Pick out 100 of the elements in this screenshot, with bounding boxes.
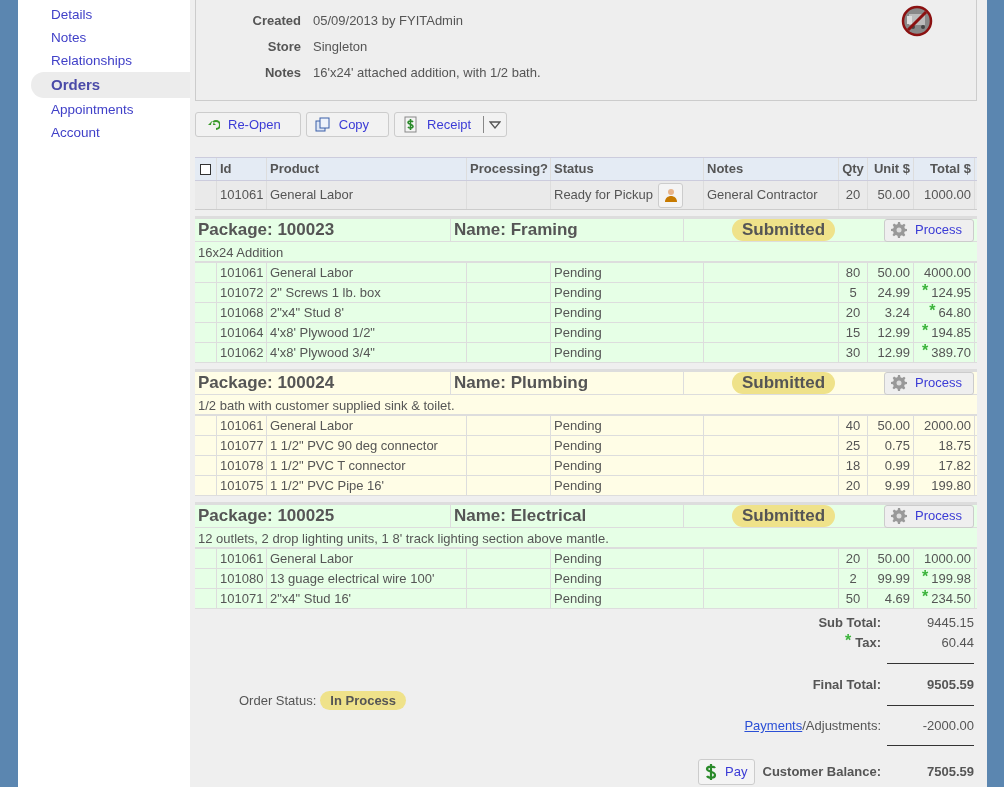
table-cell: 5: [839, 283, 868, 302]
table-cell: Pending: [551, 343, 704, 362]
table-cell: 24.99: [868, 283, 914, 302]
column-header: Status: [551, 158, 704, 180]
table-cell: 50.00: [868, 263, 914, 282]
toolbar-button[interactable]: Copy: [305, 112, 390, 137]
sidebar-item[interactable]: Details: [31, 3, 190, 26]
package-name: Name: Plumbing: [451, 372, 684, 394]
taxable-asterisk: *: [922, 326, 929, 336]
table-cell: 4.69: [868, 589, 914, 608]
sidebar-item[interactable]: Account: [31, 121, 190, 144]
status-badge: Submitted: [731, 219, 836, 241]
total-label: Customer Balance:: [762, 763, 881, 782]
toolbar-button[interactable]: Re-Open: [195, 112, 301, 137]
table-cell: 1 1/2" PVC Pipe 16': [267, 476, 467, 495]
package-description: 12 outlets, 2 drop lighting units, 1 8' track lighting section above mantle.: [195, 528, 977, 549]
table-cell: Pending: [551, 589, 704, 608]
table-cell-text: 2000.00: [924, 416, 971, 435]
order-status-badge: In Process: [320, 691, 407, 711]
payments-link[interactable]: Payments: [744, 716, 803, 736]
field-value: Singleton: [313, 38, 368, 57]
sidebar-item[interactable]: Appointments: [31, 98, 190, 121]
button-label: Copy: [338, 115, 371, 134]
table-cell: 101077: [217, 436, 267, 455]
table-cell: General Contractor: [704, 181, 839, 209]
gear-icon: [891, 508, 907, 524]
table-cell: 0.99: [868, 456, 914, 475]
column-header: Notes: [704, 158, 839, 180]
table-cell: 101075: [217, 476, 267, 495]
table-cell: 20: [839, 181, 868, 209]
table-cell: 3.24: [868, 303, 914, 322]
sidebar-item[interactable]: Notes: [31, 26, 190, 49]
field-label: Created: [251, 12, 302, 31]
table-cell: 1 1/2" PVC T connector: [267, 456, 467, 475]
field-label: Store: [266, 38, 302, 57]
person-icon: [663, 188, 678, 202]
table-cell: 101078: [217, 456, 267, 475]
table-cell-text: Ready for Pickup: [554, 186, 653, 205]
table-cell-text: 64.80: [938, 303, 971, 322]
total-value: 60.44: [941, 634, 974, 652]
table-cell: 50.00: [868, 181, 914, 209]
table-cell: 20: [839, 549, 868, 568]
process-button[interactable]: Process: [884, 371, 974, 395]
total-value: -2000.00: [922, 717, 974, 735]
table-cell: 0.75: [868, 436, 914, 455]
table-cell: 101061: [217, 549, 267, 568]
dollar-icon: [705, 763, 718, 781]
column-header: Product: [267, 158, 467, 180]
button-label: Re-Open: [228, 115, 282, 134]
table-cell: 40: [839, 416, 868, 435]
table-cell: Pending: [551, 456, 704, 475]
total-value: 7505.59: [927, 763, 974, 781]
table-cell: 50.00: [868, 549, 914, 568]
table-cell: 1 1/2" PVC 90 deg connector: [267, 436, 467, 455]
table-cell: 12.99: [868, 323, 914, 342]
table-cell: 25: [839, 436, 868, 455]
table-cell-text: 234.50: [931, 589, 971, 608]
process-button[interactable]: Process: [884, 218, 974, 242]
total-label: Final Total:: [812, 676, 881, 694]
table-cell: General Labor: [267, 549, 467, 568]
gear-icon: [891, 222, 907, 238]
column-header: Unit $: [868, 158, 914, 180]
table-cell: 20: [839, 303, 868, 322]
order-status-label: Order Status:: [239, 692, 317, 710]
package-description: 16x24 Addition: [195, 242, 977, 263]
column-header: Processing?: [467, 158, 551, 180]
sidebar-item[interactable]: Relationships: [31, 49, 190, 72]
sidebar-item[interactable]: Orders: [31, 72, 190, 98]
caret-icon[interactable]: [489, 120, 502, 129]
receipt-split-button[interactable]: Receipt: [394, 112, 508, 137]
table-cell: 80: [839, 263, 868, 282]
taxable-asterisk: *: [845, 636, 852, 646]
table-cell: General Labor: [267, 263, 467, 282]
table-cell-text: 1000.00: [924, 549, 971, 568]
table-cell: Pending: [551, 263, 704, 282]
table-cell-text: 199.80: [931, 476, 971, 495]
table-cell: 4'x8' Plywood 1/2": [267, 323, 467, 342]
package-number: Package: 100024: [195, 372, 451, 394]
field-value: 05/09/2013 by FYITAdmin: [313, 12, 464, 31]
field-label: Notes: [263, 64, 302, 83]
table-cell: 101072: [217, 283, 267, 302]
table-cell: 99.99: [868, 569, 914, 588]
table-cell: 101071: [217, 589, 267, 608]
process-button[interactable]: Process: [884, 504, 974, 528]
field-value: 16'x24' attached addition, with 1/2 bath.: [313, 64, 541, 83]
pay-button[interactable]: Pay: [698, 759, 755, 785]
table-cell: 18: [839, 456, 868, 475]
pickup-person-button[interactable]: [658, 182, 683, 208]
taxable-asterisk: *: [922, 286, 929, 296]
select-all-checkbox[interactable]: [200, 163, 211, 175]
no-truck-icon: [901, 5, 933, 37]
table-cell-text: 18.75: [938, 436, 971, 455]
table-cell: 9.99: [868, 476, 914, 495]
table-cell: General Labor: [267, 181, 467, 209]
table-cell: 101068: [217, 303, 267, 322]
table-cell-text: 194.85: [931, 323, 971, 342]
package-name: Name: Electrical: [451, 505, 684, 527]
table-cell: 30: [839, 343, 868, 362]
table-cell: 50: [839, 589, 868, 608]
column-header: Total $: [914, 158, 975, 180]
